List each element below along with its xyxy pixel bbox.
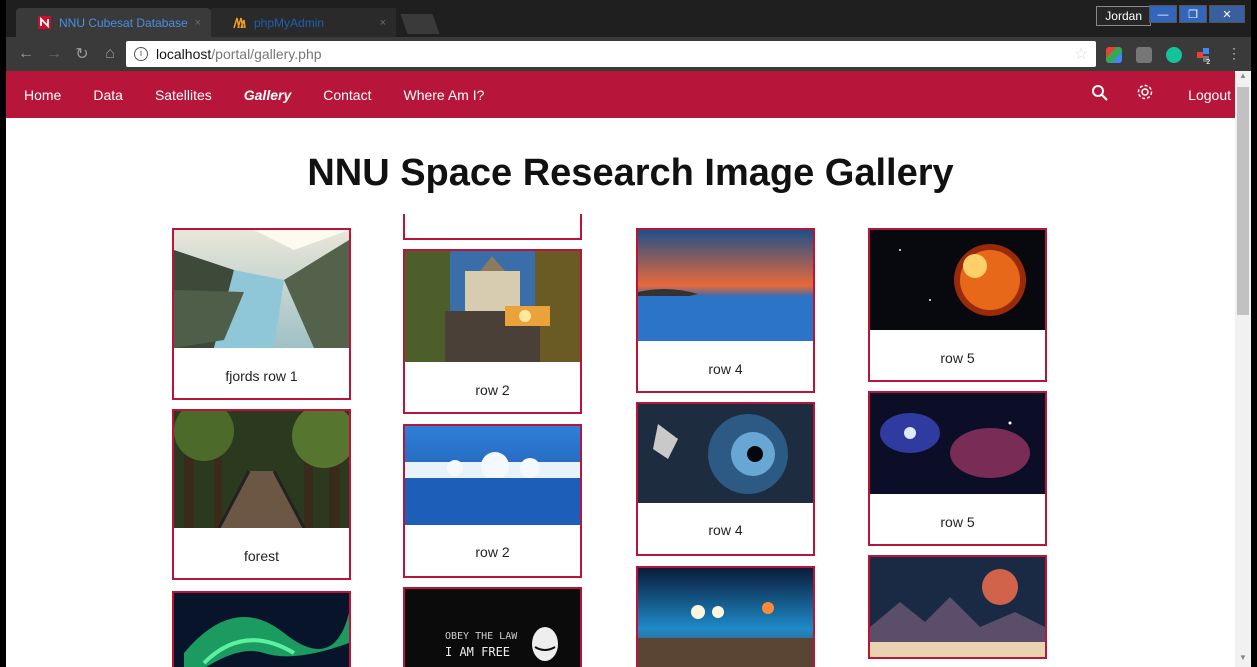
nnu-favicon-icon [38, 16, 51, 29]
scroll-up-arrow-icon[interactable]: ▲ [1235, 71, 1251, 85]
card-caption: fjords row 1 [225, 368, 298, 384]
gallery-image-sunset-sea[interactable] [638, 230, 813, 341]
gallery-image-bokeh-table[interactable] [638, 568, 813, 667]
card-caption: row 2 [475, 544, 510, 560]
search-icon[interactable] [1091, 84, 1108, 106]
address-bar[interactable]: i localhost/portal/gallery.php [126, 41, 1096, 67]
back-icon[interactable]: ← [12, 45, 40, 63]
gallery-image-winter-lake[interactable] [405, 426, 580, 525]
close-window-button[interactable]: ✕ [1209, 5, 1245, 23]
extension-k-icon[interactable] [1136, 47, 1152, 63]
minimize-button[interactable]: — [1149, 5, 1177, 23]
gallery-card[interactable]: fjords row 1 [172, 228, 351, 400]
extension-puzzle-icon[interactable]: 2 [1196, 47, 1212, 66]
home-icon[interactable]: ⌂ [96, 45, 124, 63]
title-bar: NNU Cubesat Database × phpMyAdmin × Jord… [6, 0, 1251, 37]
gallery-image-fjords[interactable] [174, 230, 349, 348]
url-host: localhost [156, 46, 212, 62]
browser-window: NNU Cubesat Database × phpMyAdmin × Jord… [0, 0, 1257, 667]
new-tab-button[interactable] [400, 14, 440, 34]
nav-home[interactable]: Home [24, 87, 61, 103]
scroll-thumb[interactable] [1237, 87, 1249, 315]
gallery-card[interactable] [636, 566, 815, 667]
scroll-down-arrow-icon[interactable]: ▼ [1235, 653, 1251, 667]
gallery-image-street[interactable] [405, 251, 580, 362]
tab-phpmyadmin[interactable]: phpMyAdmin × [211, 8, 396, 37]
nav-data[interactable]: Data [93, 87, 123, 103]
card-caption: row 4 [708, 522, 743, 538]
url-path: /portal/gallery.php [211, 46, 322, 62]
page-scrollbar[interactable]: ▲ ▼ [1235, 71, 1251, 667]
gallery-image-aurora[interactable] [174, 593, 349, 667]
card-caption: forest [243, 548, 279, 564]
phpmyadmin-favicon-icon [233, 16, 246, 29]
tab-close-icon[interactable]: × [380, 17, 386, 29]
mask-text-1: OBEY THE LAW [445, 631, 518, 642]
gallery-card[interactable]: row 4 [636, 402, 815, 556]
nav-where-am-i[interactable]: Where Am I? [403, 87, 484, 103]
gallery-image-alien-planet[interactable] [870, 557, 1045, 657]
browser-toolbar: ← → ↻ ⌂ i localhost/portal/gallery.php ☆… [6, 37, 1251, 71]
gallery-card[interactable]: OBEY THE LAW I AM FREE [403, 587, 582, 667]
card-caption: row 5 [940, 350, 975, 366]
gallery-card[interactable]: row 2 [403, 424, 582, 578]
gallery-image-mask[interactable]: OBEY THE LAW I AM FREE [405, 589, 580, 667]
card-caption: row 2 [475, 382, 510, 398]
tab-close-icon[interactable]: × [195, 17, 201, 29]
grammarly-icon[interactable] [1166, 47, 1182, 63]
bookmark-star-icon[interactable]: ☆ [1074, 44, 1088, 64]
gallery-card[interactable] [403, 214, 582, 240]
reload-icon[interactable]: ↻ [68, 44, 96, 64]
nav-satellites[interactable]: Satellites [155, 87, 212, 103]
site-info-icon[interactable]: i [134, 47, 148, 61]
gallery-image-burning-planet[interactable] [870, 230, 1045, 330]
extension-badge: 2 [1206, 58, 1210, 65]
window-controls: — ❐ ✕ [1147, 5, 1245, 23]
card-caption: row 5 [940, 514, 975, 530]
browser-menu-icon[interactable]: ⋮ [1227, 45, 1241, 62]
profile-button[interactable]: Jordan [1096, 6, 1151, 26]
tab-title: NNU Cubesat Database [59, 15, 188, 30]
tab-nnu-cubesat[interactable]: NNU Cubesat Database × [16, 8, 211, 37]
gear-icon[interactable] [1136, 83, 1154, 106]
logout-link[interactable]: Logout [1188, 87, 1231, 103]
gallery-card[interactable] [868, 555, 1047, 659]
nav-gallery[interactable]: Gallery [244, 87, 291, 103]
nav-contact[interactable]: Contact [323, 87, 371, 103]
gallery-card[interactable] [172, 591, 351, 667]
card-caption: row 4 [708, 361, 743, 377]
gallery-image-forest[interactable] [174, 411, 349, 528]
gallery-card[interactable]: row 5 [868, 391, 1047, 546]
forward-icon[interactable]: → [40, 45, 68, 63]
page-content: NNU Space Research Image Gallery fjords … [6, 118, 1241, 667]
gallery-image-astronaut-wormhole[interactable] [638, 404, 813, 503]
site-navbar: Home Data Satellites Gallery Contact Whe… [6, 71, 1251, 118]
extension-photos-icon[interactable] [1106, 47, 1122, 63]
gallery-card[interactable]: row 5 [868, 228, 1047, 382]
page-title: NNU Space Research Image Gallery [307, 152, 954, 194]
gallery-card[interactable]: row 4 [636, 228, 815, 393]
mask-text-2: I AM FREE [445, 645, 511, 659]
gallery-card[interactable]: row 2 [403, 249, 582, 414]
gallery-image-nebula[interactable] [870, 393, 1045, 494]
tab-title: phpMyAdmin [254, 15, 325, 30]
gallery-card[interactable]: forest [172, 409, 351, 580]
restore-button[interactable]: ❐ [1179, 5, 1207, 23]
